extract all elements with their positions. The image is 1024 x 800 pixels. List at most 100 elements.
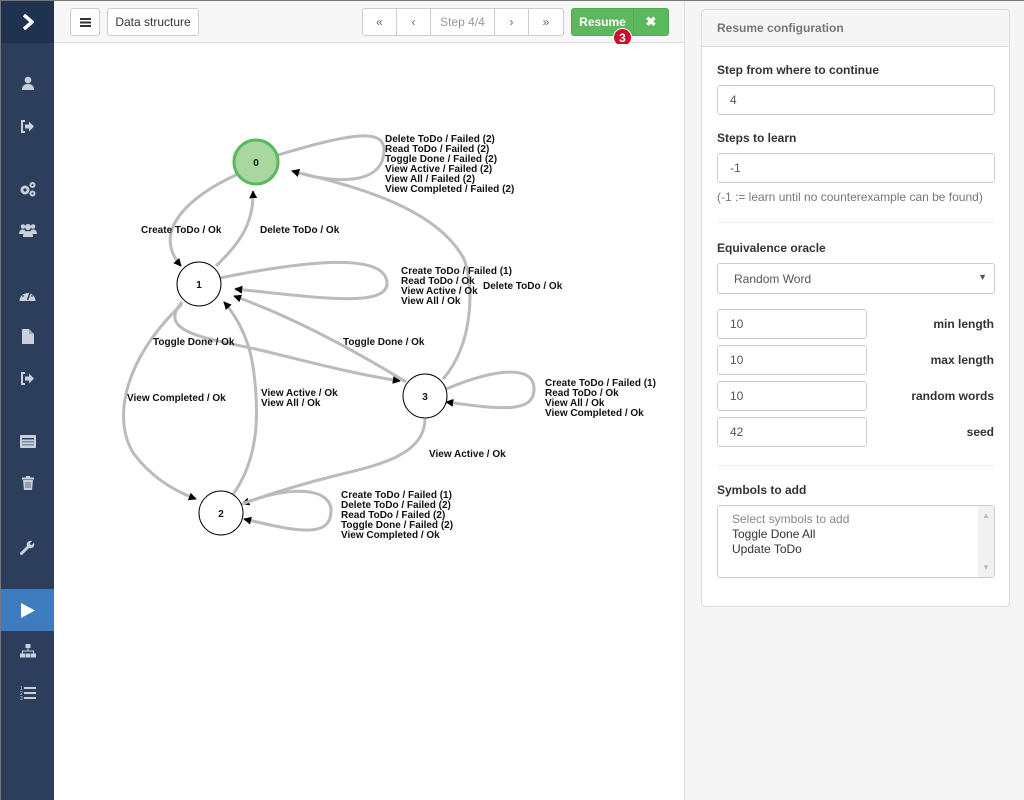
menu-button[interactable] [70,8,100,36]
data-structure-button[interactable]: Data structure [107,8,199,36]
symbols-placeholder-option: Select symbols to add [732,512,850,526]
edge-label-0-0: Delete ToDo / Failed (2) Read ToDo / Fai… [385,134,514,195]
symbols-label: Symbols to add [717,483,807,497]
hypothesis-graph[interactable]: 0 1 2 3 Delete ToDo / Failed (2) Read To… [54,44,684,800]
symbol-option[interactable]: Update ToDo [732,542,980,557]
step-input[interactable]: 4 [717,85,995,115]
edge-label-line: View Completed / Ok [341,530,440,541]
first-step-button[interactable]: « [363,9,397,35]
sidebar-item-results[interactable] [1,421,54,461]
resume-label: Resume [579,15,626,29]
scroll-down-icon[interactable]: ▼ [982,560,990,575]
oracle-selected-value: Random Word [734,272,812,286]
resume-button[interactable]: Resume 3 [572,9,634,47]
max-length-input[interactable]: 10 [717,345,867,375]
symbols-multiselect[interactable]: Select symbols to add Toggle Done All Up… [717,505,995,578]
step-label: Step from where to continue [717,63,880,77]
trash-icon [21,476,34,490]
resume-config-sidebar: Resume configuration Step from where to … [684,1,1024,800]
wrench-icon [20,539,35,555]
min-length-input[interactable]: 10 [717,309,867,339]
next-step-button[interactable]: › [495,9,529,35]
caret-down-icon: ▼ [978,272,987,282]
steps-to-learn-label: Steps to learn [717,131,797,145]
state-label: 3 [422,392,428,403]
dashboard-icon [19,291,36,301]
state-label: 2 [218,509,224,520]
edge-label-line: View Completed / Ok [545,408,644,419]
graph-canvas[interactable]: 0 1 2 3 Delete ToDo / Failed (2) Read To… [54,44,684,800]
random-words-label: random words [911,389,994,403]
step-indicator: Step 4/4 [431,9,495,35]
edge-label-0-1: Create ToDo / Ok [141,225,222,236]
sidebar-item-statistics[interactable]: 123 [1,673,54,713]
oracle-label: Equivalence oracle [717,241,826,255]
edge-label-3-0: Delete ToDo / Ok [483,281,563,292]
sidebar-item-learner[interactable] [1,589,54,631]
edge-label-1-2: View Completed / Ok [127,393,226,404]
sign-out-icon [21,119,34,133]
random-words-input[interactable]: 10 [717,381,867,411]
sidebar-item-export[interactable] [1,358,54,398]
sidebar-item-settings[interactable] [1,169,54,209]
sidebar-item-dashboard[interactable] [1,275,54,315]
steps-to-learn-input[interactable]: -1 [717,153,995,183]
resume-button-group: Resume 3 ✖ [571,8,669,47]
max-length-label: max length [930,353,994,367]
resume-config-panel: Resume configuration Step from where to … [701,9,1010,607]
close-resume-button[interactable]: ✖ [634,9,668,35]
symbol-option[interactable]: Toggle Done All [732,527,980,542]
seed-input[interactable]: 42 [717,417,867,447]
oracle-select[interactable]: Random Word ▼ [717,263,995,294]
state-node-0[interactable]: 0 [232,138,280,186]
sidebar-item-hypothesis[interactable] [1,631,54,671]
sidebar-item-logout[interactable] [1,106,54,146]
sidebar-item-users[interactable] [1,210,54,250]
sidebar-item-profile[interactable] [1,63,54,103]
sidebar-item-tools[interactable] [1,527,54,567]
edge-0-0 [277,134,386,182]
edge-3-3 [445,370,536,410]
state-node-2[interactable]: 2 [198,490,244,536]
steps-help-text: (-1 := learn until no counterexample can… [717,190,983,204]
list-alt-icon [19,434,36,448]
state-node-1[interactable]: 1 [176,261,222,307]
previous-step-button[interactable]: ‹ [397,9,431,35]
edge-label-2-2: Create ToDo / Failed (1) Delete ToDo / F… [341,490,453,541]
sidebar-item-delete[interactable] [1,463,54,503]
sitemap-icon [19,644,36,658]
state-node-3[interactable]: 3 [402,373,448,419]
sign-out-icon [21,371,34,385]
close-icon: ✖ [645,14,657,29]
divider [717,222,995,223]
edge-label-3-2: View Active / Ok [429,449,506,460]
state-label: 0 [253,158,259,169]
file-icon [21,328,34,344]
edge-label-1-0: Delete ToDo / Ok [260,225,340,236]
divider [717,465,995,466]
edge-label-line: View All / Ok [401,296,461,307]
bars-icon [79,17,91,27]
panel-title: Resume configuration [702,10,1009,47]
learner-toolbar: Data structure « ‹ Step 4/4 › » Resume 3… [54,1,684,47]
edge-2-1 [222,301,259,497]
edge-label-1-3: Toggle Done / Ok [153,337,235,348]
cogs-icon [20,182,35,197]
edge-1-1 [219,260,389,301]
play-icon [20,602,35,618]
edge-1-0 [214,190,258,268]
svg-text:3: 3 [20,696,23,700]
sidebar-toggle-button[interactable] [1,1,54,43]
last-step-button[interactable]: » [529,9,563,35]
list-ol-icon: 123 [20,686,36,700]
user-icon [21,76,34,90]
edge-label-2-1: View Active / Ok View All / Ok [261,388,338,409]
edge-2-2 [241,489,333,532]
chevron-right-icon [22,14,34,30]
edge-label-3-1: Toggle Done / Ok [343,337,425,348]
scrollbar[interactable]: ▲ ▼ [978,506,994,577]
scroll-up-icon[interactable]: ▲ [982,508,990,523]
sidebar-item-files[interactable] [1,316,54,356]
seed-label: seed [966,425,994,439]
sidebar: 123 [1,1,54,800]
